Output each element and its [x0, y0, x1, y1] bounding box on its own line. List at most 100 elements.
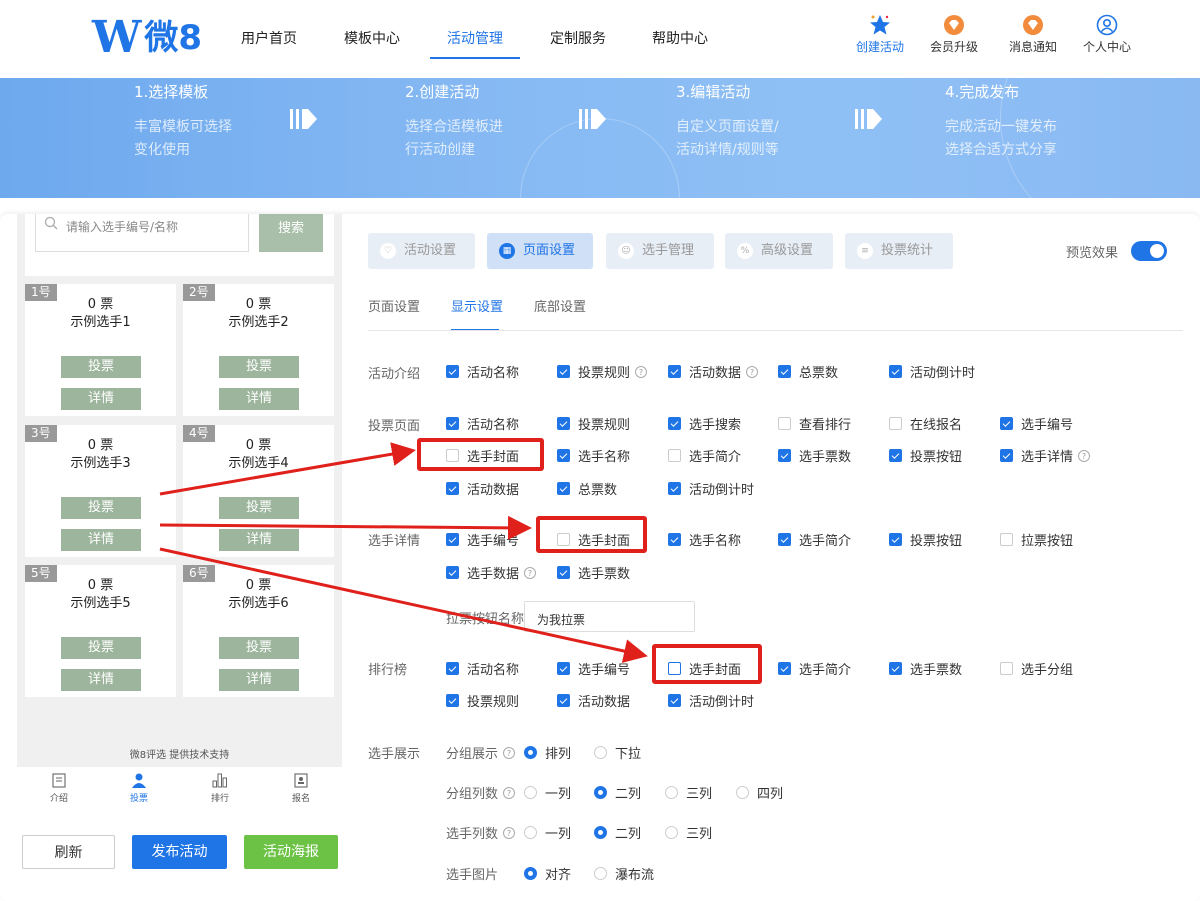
radio[interactable]: 排列: [524, 743, 571, 762]
subtab-page[interactable]: 页面设置: [368, 296, 420, 315]
radio[interactable]: 二列: [594, 783, 641, 802]
checkbox[interactable]: 投票规则: [446, 691, 519, 710]
checkbox[interactable]: 活动数据: [557, 691, 630, 710]
radio[interactable]: 一列: [524, 823, 571, 842]
checkbox[interactable]: 活动名称: [446, 659, 519, 678]
person-icon: [132, 773, 146, 788]
nav-templates[interactable]: 模板中心: [344, 28, 400, 48]
checkbox[interactable]: 拉票按钮: [1000, 530, 1073, 549]
tab-vote[interactable]: 投票: [119, 773, 159, 804]
contestant-card: 5号 0 票 示例选手5 投票 详情: [25, 565, 176, 697]
checkbox[interactable]: 活动数据: [446, 479, 519, 498]
detail-button[interactable]: 详情: [61, 669, 141, 691]
tab-advanced-settings[interactable]: % 高级设置: [725, 233, 833, 269]
nav-active-underline: [430, 57, 520, 59]
tab-page-settings[interactable]: ▦ 页面设置: [487, 233, 593, 269]
nav-activity[interactable]: 活动管理: [447, 28, 503, 48]
preview-toggle-label: 预览效果: [1066, 246, 1119, 261]
checkbox[interactable]: 总票数: [778, 362, 838, 381]
vote-button[interactable]: 投票: [219, 637, 299, 659]
subtab-footer[interactable]: 底部设置: [534, 296, 586, 315]
checkbox[interactable]: 投票按钮: [889, 530, 962, 549]
radio[interactable]: 下拉: [594, 743, 641, 762]
checkbox[interactable]: 总票数: [557, 479, 617, 498]
detail-button[interactable]: 详情: [61, 388, 141, 410]
checkbox[interactable]: 投票规则: [557, 414, 630, 433]
vote-button[interactable]: 投票: [219, 497, 299, 519]
radio[interactable]: 二列: [594, 823, 641, 842]
help-icon[interactable]: ?: [746, 365, 759, 378]
checkbox[interactable]: 选手编号: [446, 530, 519, 549]
detail-button[interactable]: 详情: [219, 529, 299, 551]
nav-custom[interactable]: 定制服务: [550, 28, 606, 48]
steps-banner: 1.选择模板 丰富模板可选择 变化使用 2.创建活动 选择合适模板进 行活动创建 3…: [0, 78, 1200, 198]
checkbox[interactable]: 选手编号: [1000, 414, 1073, 433]
checkbox[interactable]: 选手分组: [1000, 659, 1073, 678]
help-icon[interactable]: ?: [524, 566, 537, 579]
preview-search-input[interactable]: 请输入选手编号/名称: [35, 214, 249, 252]
checkbox[interactable]: 选手简介: [778, 530, 851, 549]
vote-button[interactable]: 投票: [219, 356, 299, 378]
help-icon[interactable]: ?: [503, 746, 516, 759]
subtab-display[interactable]: 显示设置: [451, 296, 503, 315]
publish-activity-button[interactable]: 发布活动: [132, 835, 227, 869]
help-icon[interactable]: ?: [1078, 449, 1091, 462]
checkbox[interactable]: 活动名称: [446, 362, 519, 381]
checkbox[interactable]: 投票规则?: [557, 362, 648, 381]
vip-upgrade-button[interactable]: 会员升级: [919, 14, 989, 55]
checkbox[interactable]: 选手搜索: [668, 414, 741, 433]
group-cols-label: 分组列数?: [446, 783, 516, 802]
preview-toggle[interactable]: [1131, 241, 1167, 261]
tab-player-management[interactable]: ☺ 选手管理: [606, 233, 714, 269]
checkbox[interactable]: 活动名称: [446, 414, 519, 433]
checkbox[interactable]: 查看排行: [778, 414, 851, 433]
checkbox[interactable]: 活动倒计时: [668, 691, 754, 710]
nav-home[interactable]: 用户首页: [241, 28, 297, 48]
checkbox[interactable]: 活动倒计时: [668, 479, 754, 498]
tab-rank[interactable]: 排行: [200, 773, 240, 804]
create-activity-button[interactable]: 创建活动: [845, 14, 915, 55]
checkbox[interactable]: 选手数据?: [446, 563, 537, 582]
checkbox[interactable]: 选手编号: [557, 659, 630, 678]
tab-activity-settings[interactable]: ♡ 活动设置: [368, 233, 475, 269]
tab-vote-stats[interactable]: ≡ 投票统计: [845, 233, 953, 269]
vote-button[interactable]: 投票: [61, 637, 141, 659]
radio[interactable]: 四列: [736, 783, 783, 802]
radio[interactable]: 对齐: [524, 864, 571, 883]
checkbox[interactable]: 选手详情?: [1000, 446, 1091, 465]
activity-poster-button[interactable]: 活动海报: [244, 835, 338, 869]
detail-button[interactable]: 详情: [219, 669, 299, 691]
refresh-button[interactable]: 刷新: [22, 835, 115, 869]
radio[interactable]: 一列: [524, 783, 571, 802]
checkbox[interactable]: 投票按钮: [889, 446, 962, 465]
help-icon[interactable]: ?: [503, 786, 516, 799]
checkbox[interactable]: 活动数据?: [668, 362, 759, 381]
help-icon[interactable]: ?: [635, 365, 648, 378]
vote-button[interactable]: 投票: [61, 356, 141, 378]
tab-signup[interactable]: 报名: [281, 773, 321, 804]
tech-support-credit: 微8评选 提供技术支持: [129, 750, 230, 761]
tab-intro[interactable]: 介绍: [39, 773, 79, 804]
checkbox[interactable]: 选手票数: [889, 659, 962, 678]
radio[interactable]: 瀑布流: [594, 864, 654, 883]
checkbox[interactable]: 选手票数: [778, 446, 851, 465]
detail-button[interactable]: 详情: [61, 529, 141, 551]
checkbox[interactable]: 在线报名: [889, 414, 962, 433]
nav-help[interactable]: 帮助中心: [652, 28, 708, 48]
canvass-name-input[interactable]: 为我拉票: [524, 601, 695, 632]
checkbox[interactable]: 选手名称: [557, 446, 630, 465]
checkbox[interactable]: 选手简介: [668, 446, 741, 465]
checkbox[interactable]: 活动倒计时: [889, 362, 975, 381]
checkbox[interactable]: 选手简介: [778, 659, 851, 678]
help-icon[interactable]: ?: [503, 826, 516, 839]
checkbox[interactable]: 选手票数: [557, 563, 630, 582]
preview-search-button[interactable]: 搜索: [259, 214, 323, 252]
radio[interactable]: 三列: [665, 783, 712, 802]
user-center-button[interactable]: 个人中心: [1072, 14, 1142, 55]
notifications-button[interactable]: 消息通知: [998, 14, 1068, 55]
vote-button[interactable]: 投票: [61, 497, 141, 519]
detail-button[interactable]: 详情: [219, 388, 299, 410]
radio[interactable]: 三列: [665, 823, 712, 842]
site-logo[interactable]: W 微8: [92, 14, 202, 62]
checkbox[interactable]: 选手名称: [668, 530, 741, 549]
